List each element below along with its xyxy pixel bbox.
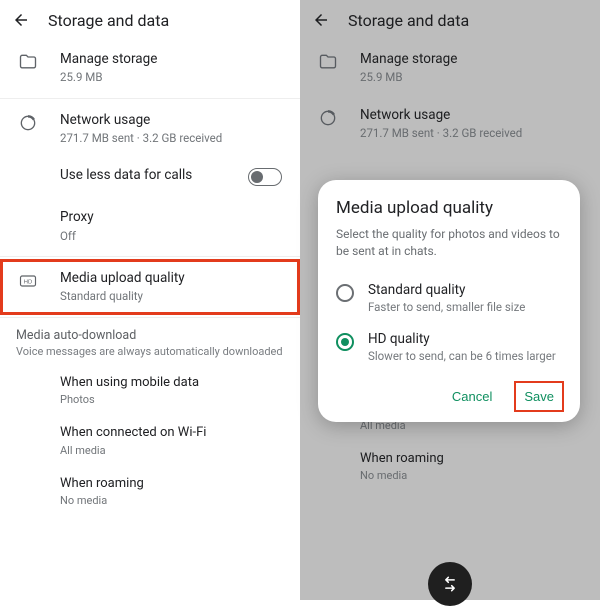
row-title: Media upload quality bbox=[60, 269, 284, 287]
row-title: When roaming bbox=[60, 475, 284, 493]
dialog-title: Media upload quality bbox=[336, 198, 562, 218]
row-mobile-data[interactable]: When using mobile data Photos bbox=[0, 366, 300, 416]
svg-text:HD: HD bbox=[24, 280, 32, 286]
folder-icon bbox=[18, 52, 38, 72]
back-arrow-icon[interactable] bbox=[12, 11, 30, 29]
row-network-usage[interactable]: Network usage 271.7 MB sent · 3.2 GB rec… bbox=[0, 101, 300, 157]
media-upload-quality-dialog: Media upload quality Select the quality … bbox=[318, 180, 580, 422]
settings-screen-right: Storage and data Manage storage 25.9 MB … bbox=[300, 0, 600, 600]
row-title: When connected on Wi-Fi bbox=[60, 424, 284, 442]
data-usage-icon bbox=[18, 113, 38, 133]
row-subtitle: Photos bbox=[60, 393, 284, 408]
radio-selected-icon bbox=[336, 333, 354, 351]
dialog-description: Select the quality for photos and videos… bbox=[336, 226, 562, 260]
row-title: When using mobile data bbox=[60, 374, 284, 392]
hd-icon: HD bbox=[18, 271, 38, 291]
cancel-button[interactable]: Cancel bbox=[442, 383, 502, 410]
row-manage-storage[interactable]: Manage storage 25.9 MB bbox=[0, 40, 300, 96]
divider bbox=[0, 256, 300, 257]
page-title: Storage and data bbox=[48, 11, 169, 30]
screen: Storage and data Manage storage 25.9 MB … bbox=[0, 0, 300, 600]
header: Storage and data bbox=[0, 0, 300, 40]
row-use-less-data[interactable]: Use less data for calls bbox=[0, 156, 300, 198]
settings-screen-left: Storage and data Manage storage 25.9 MB … bbox=[0, 0, 300, 600]
divider bbox=[0, 98, 300, 99]
dialog-actions: Cancel Save bbox=[336, 383, 562, 410]
row-title: Proxy bbox=[60, 208, 284, 226]
row-subtitle: 25.9 MB bbox=[60, 70, 284, 86]
option-hd-quality[interactable]: HD quality Slower to send, can be 6 time… bbox=[336, 323, 562, 373]
row-subtitle: 271.7 MB sent · 3.2 GB received bbox=[60, 131, 284, 147]
option-title: HD quality bbox=[368, 331, 562, 347]
row-roaming[interactable]: When roaming No media bbox=[0, 467, 300, 517]
option-subtitle: Faster to send, smaller file size bbox=[368, 300, 562, 316]
option-title: Standard quality bbox=[368, 282, 562, 298]
use-less-data-toggle[interactable] bbox=[248, 168, 282, 186]
row-subtitle: Standard quality bbox=[60, 289, 284, 305]
row-title: Network usage bbox=[60, 111, 284, 129]
row-subtitle: No media bbox=[60, 494, 284, 509]
row-subtitle: All media bbox=[60, 444, 284, 459]
row-wifi[interactable]: When connected on Wi-Fi All media bbox=[0, 416, 300, 466]
radio-unselected-icon bbox=[336, 284, 354, 302]
swap-icon bbox=[440, 574, 460, 594]
row-media-upload-quality[interactable]: HD Media upload quality Standard quality bbox=[0, 259, 300, 315]
option-standard-quality[interactable]: Standard quality Faster to send, smaller… bbox=[336, 274, 562, 324]
option-subtitle: Slower to send, can be 6 times larger bbox=[368, 349, 562, 365]
row-title: Manage storage bbox=[60, 50, 284, 68]
section-description: Voice messages are always automatically … bbox=[0, 345, 300, 366]
row-subtitle: Off bbox=[60, 229, 284, 245]
row-proxy[interactable]: Proxy Off bbox=[0, 198, 300, 254]
fab-button[interactable] bbox=[428, 562, 472, 606]
section-label: Media auto-download bbox=[0, 320, 300, 345]
save-button[interactable]: Save bbox=[516, 383, 562, 410]
divider bbox=[0, 317, 300, 318]
